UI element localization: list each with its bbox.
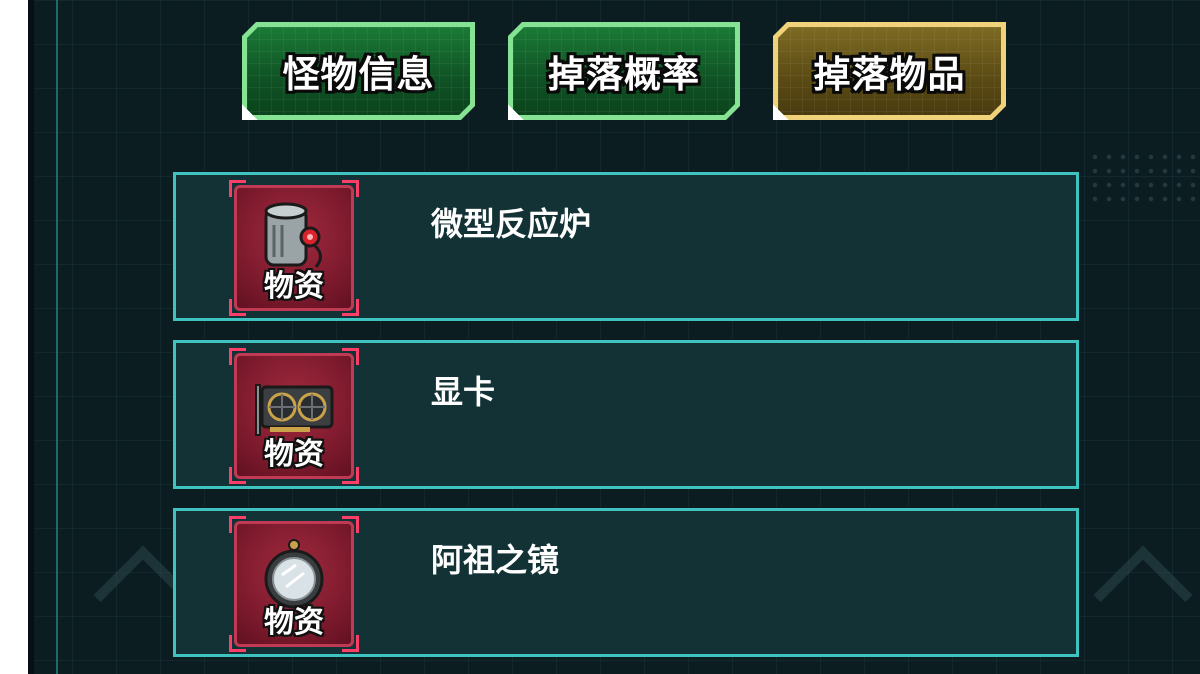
item-tag: 物资 xyxy=(264,605,324,640)
background-pattern xyxy=(1088,150,1198,210)
tab-drop-rate-label: 掉落概率 xyxy=(548,53,700,96)
background-chevron-right xyxy=(1093,545,1193,645)
list-item[interactable]: 物资 阿祖之镜 xyxy=(173,508,1079,657)
item-icon-frame: 物资 xyxy=(229,180,359,316)
tab-corner-marker xyxy=(771,100,793,122)
tab-drop-items[interactable]: 掉落物品 xyxy=(773,22,1006,120)
tab-monster-info[interactable]: 怪物信息 xyxy=(242,22,475,120)
panel-border-line xyxy=(56,0,58,674)
list-item[interactable]: 物资 微型反应炉 xyxy=(173,172,1079,321)
item-name: 显卡 xyxy=(431,373,496,411)
tab-drop-rate[interactable]: 掉落概率 xyxy=(508,22,740,120)
tab-corner-marker xyxy=(240,100,262,122)
item-icon-frame: 物资 xyxy=(229,348,359,484)
item-tag: 物资 xyxy=(264,437,324,472)
tab-monster-info-label: 怪物信息 xyxy=(282,53,435,96)
item-icon-frame: 物资 xyxy=(229,516,359,652)
panel-edge xyxy=(28,0,34,674)
item-name: 微型反应炉 xyxy=(431,205,592,243)
tab-corner-marker xyxy=(506,100,528,122)
tab-drop-items-label: 掉落物品 xyxy=(813,53,966,96)
item-name: 阿祖之镜 xyxy=(431,541,560,579)
list-item[interactable]: 物资 显卡 xyxy=(173,340,1079,489)
item-tag: 物资 xyxy=(264,269,324,304)
